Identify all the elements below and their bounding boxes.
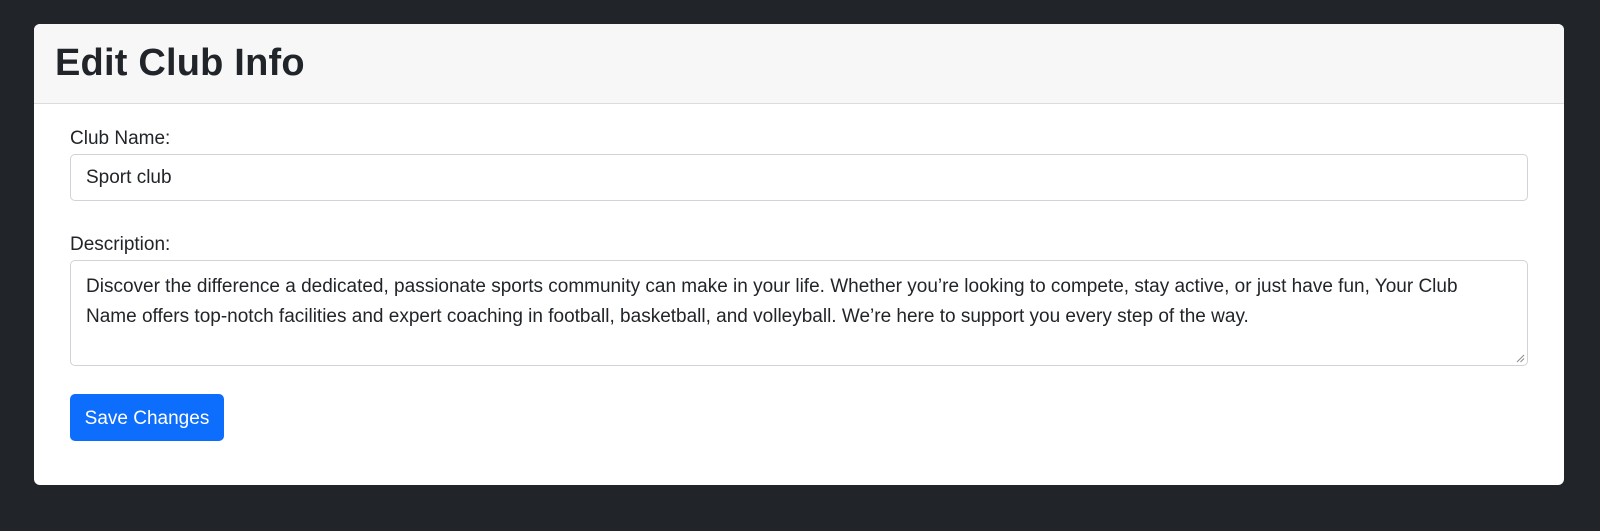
club-name-input[interactable]: Sport club bbox=[70, 154, 1528, 201]
description-text: Discover the difference a dedicated, pas… bbox=[86, 276, 1458, 327]
save-changes-button[interactable]: Save Changes bbox=[70, 394, 224, 441]
edit-club-card: Edit Club Info Club Name: Sport club Des… bbox=[34, 24, 1564, 485]
description-textarea[interactable]: Discover the difference a dedicated, pas… bbox=[70, 260, 1528, 366]
description-label: Description: bbox=[70, 234, 171, 255]
club-name-label: Club Name: bbox=[70, 128, 171, 149]
page-title: Edit Club Info bbox=[55, 42, 305, 84]
resize-handle-icon[interactable] bbox=[1516, 354, 1525, 363]
card-header: Edit Club Info bbox=[34, 24, 1564, 104]
